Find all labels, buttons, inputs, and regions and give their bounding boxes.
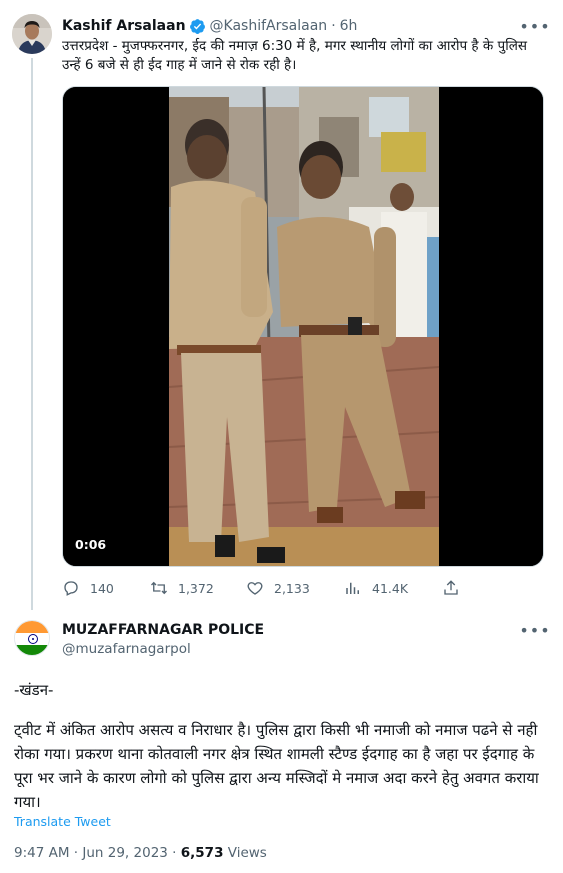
tweet-timestamp[interactable]: 9:47 AM · Jun 29, 2023 [14, 845, 168, 861]
like-count: 2,133 [274, 580, 310, 596]
retweet-icon [151, 581, 167, 595]
more-dots-icon: ••• [519, 620, 551, 640]
retweet-button[interactable]: 1,372 [150, 578, 214, 598]
retweet-count: 1,372 [178, 580, 214, 596]
analytics-icon [346, 582, 359, 594]
like-button[interactable]: 2,133 [246, 578, 310, 598]
tweet-meta: 9:47 AM · Jun 29, 2023 · 6,573 Views [14, 845, 267, 861]
tweet-text: ट्वीट में अंकित आरोप असत्य व निराधार है।… [14, 721, 539, 811]
more-options-button[interactable]: ••• [519, 16, 551, 36]
separator-dot: · [331, 18, 336, 34]
tweet-header: Kashif Arsalaan @KashifArsalaan · 6h [62, 16, 357, 36]
separator-dot: · [172, 845, 177, 861]
author-handle[interactable]: @muzafarnagarpol [62, 641, 191, 657]
more-dots-icon: ••• [519, 16, 551, 36]
more-options-button[interactable]: ••• [519, 620, 551, 640]
video-duration: 0:06 [75, 537, 107, 552]
author-name[interactable]: MUZAFFARNAGAR POLICE [62, 622, 264, 638]
tweet-actions: 140 1,372 2,133 41.4K [62, 578, 532, 598]
quoted-tweet[interactable]: Kashif Arsalaan @KashifArsalaan · 6h •••… [0, 0, 563, 610]
india-flag-icon [15, 621, 49, 655]
thread-connector-line [31, 58, 33, 610]
views-label: Views [227, 845, 267, 861]
share-icon [444, 580, 458, 595]
avatar[interactable] [14, 620, 50, 656]
share-button[interactable] [442, 578, 470, 598]
video-frame [63, 87, 543, 566]
video-player[interactable]: 0:06 [62, 86, 544, 567]
verified-badge-icon [189, 18, 205, 34]
author-handle[interactable]: @KashifArsalaan [210, 18, 328, 34]
tweet-text: उत्तरप्रदेश - मुजफ्फरनगर, ईद की नमाज़ 6:… [62, 38, 527, 73]
views-count: 41.4K [372, 580, 409, 596]
reply-button[interactable]: 140 [62, 578, 114, 598]
tweet-time[interactable]: 6h [340, 18, 358, 34]
views-button[interactable]: 41.4K [344, 578, 408, 598]
views-count: 6,573 [180, 845, 224, 861]
heart-icon [247, 582, 263, 595]
reply-count: 140 [90, 580, 114, 596]
translate-tweet-link[interactable]: Translate Tweet [14, 814, 111, 829]
avatar[interactable] [12, 14, 52, 54]
author-name[interactable]: Kashif Arsalaan [62, 18, 186, 34]
tweet-heading: -खंडन- [14, 681, 54, 699]
reply-icon [64, 581, 78, 596]
